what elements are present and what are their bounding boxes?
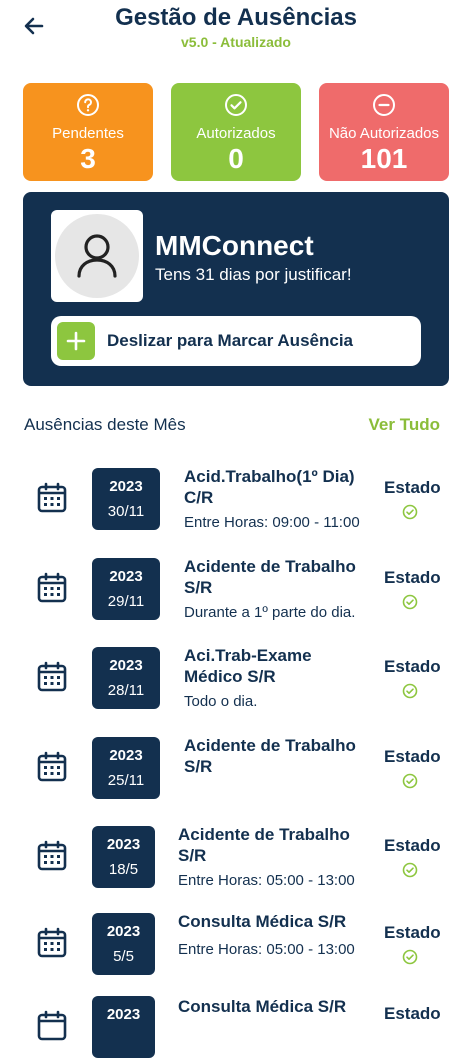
date-badge: 2023 29/11 [92, 558, 160, 620]
avatar-frame [51, 210, 143, 302]
card-value: 101 [360, 143, 408, 174]
page-title: Gestão de Ausências [115, 4, 357, 31]
see-all-link[interactable]: Ver Tudo [369, 415, 440, 435]
date-day: 30/11 [107, 503, 145, 520]
status-check-icon [402, 683, 418, 699]
calendar-icon [37, 840, 67, 871]
help-circle-icon [77, 94, 99, 116]
date-day: 25/11 [107, 772, 145, 789]
slider-label: Deslizar para Marcar Ausência [107, 331, 353, 350]
calendar-icon [37, 927, 67, 958]
calendar-icon [37, 661, 67, 692]
absence-detail: Durante a 1º parte do dia. [184, 604, 356, 621]
date-day: 5/5 [113, 948, 134, 965]
status-label: Estado [384, 478, 441, 497]
check-circle-icon [225, 94, 247, 116]
date-badge: 2023 30/11 [92, 468, 160, 530]
status-check-icon [402, 773, 418, 789]
absence-title: Acid.Trabalho(1º Dia) C/R [184, 467, 355, 507]
user-name: MMConnect [155, 230, 314, 261]
calendar-icon [37, 482, 67, 513]
card-value: 3 [80, 143, 96, 174]
list-item[interactable]: 2023 18/5 Acidente de Trabalho S/R Entre… [0, 810, 472, 890]
minus-circle-icon [373, 94, 395, 116]
date-year: 2023 [106, 1006, 141, 1023]
absence-title: Acidente de Trabalho S/R [178, 825, 350, 865]
calendar-icon [37, 1010, 67, 1041]
date-year: 2023 [109, 657, 143, 674]
card-label: Não Autorizados [328, 125, 440, 142]
absence-title: Consulta Médica S/R [178, 997, 347, 1016]
card-label: Pendentes [52, 125, 124, 142]
status-label: Estado [384, 1004, 441, 1023]
absence-title: Consulta Médica S/R [178, 912, 347, 931]
plus-icon[interactable] [57, 322, 95, 360]
justify-message: Tens 31 dias por justificar! [155, 265, 352, 284]
date-badge: 2023 [92, 996, 155, 1058]
date-day: 28/11 [107, 682, 145, 699]
status-check-icon [402, 862, 418, 878]
user-icon [77, 234, 117, 278]
card-value: 0 [228, 143, 244, 174]
date-year: 2023 [106, 923, 141, 940]
avatar [55, 214, 139, 298]
card-label: Autorizados [196, 125, 276, 142]
date-year: 2023 [109, 478, 143, 495]
absence-detail: Todo o dia. [184, 693, 258, 710]
date-year: 2023 [106, 836, 141, 853]
status-label: Estado [384, 568, 441, 587]
list-item[interactable]: 2023 29/11 Acidente de Trabalho S/R Dura… [0, 542, 472, 622]
date-badge: 2023 28/11 [92, 647, 160, 709]
card-pendentes[interactable]: Pendentes 3 [23, 83, 153, 181]
calendar-icon [37, 751, 67, 782]
calendar-icon [37, 572, 67, 603]
list-item[interactable]: 2023 28/11 Aci.Trab-Exame Médico S/R Tod… [0, 631, 472, 711]
card-autorizados[interactable]: Autorizados 0 [171, 83, 301, 181]
date-badge: 2023 5/5 [92, 913, 155, 975]
status-label: Estado [384, 657, 441, 676]
status-label: Estado [384, 747, 441, 766]
date-year: 2023 [109, 568, 143, 585]
list-item[interactable]: 2023 Consulta Médica S/R Estado [0, 982, 472, 1058]
absence-detail: Entre Horas: 09:00 - 11:00 [184, 514, 360, 531]
absence-title: Acidente de Trabalho S/R [184, 557, 356, 597]
card-nao-autorizados[interactable]: Não Autorizados 101 [319, 83, 449, 181]
date-year: 2023 [109, 747, 143, 764]
status-label: Estado [384, 836, 441, 855]
status-check-icon [402, 949, 418, 965]
section-title: Ausências deste Mês [24, 415, 186, 434]
status-check-icon [402, 504, 418, 520]
absence-title: Aci.Trab-Exame Médico S/R [184, 646, 312, 686]
date-badge: 2023 25/11 [92, 737, 160, 799]
list-item[interactable]: 2023 25/11 Acidente de Trabalho S/R Esta… [0, 721, 472, 801]
profile-panel: MMConnect Tens 31 dias por justificar! D… [23, 192, 449, 386]
absence-detail: Entre Horas: 05:00 - 13:00 [178, 872, 355, 889]
status-label: Estado [384, 923, 441, 942]
app-header: Gestão de Ausências v5.0 - Atualizado [0, 0, 472, 60]
version-label: v5.0 - Atualizado [181, 34, 291, 50]
absence-detail: Entre Horas: 05:00 - 13:00 [178, 941, 355, 958]
date-day: 18/5 [108, 861, 139, 878]
date-day: 29/11 [107, 593, 145, 610]
status-check-icon [402, 594, 418, 610]
mark-absence-slider[interactable]: Deslizar para Marcar Ausência [51, 316, 421, 366]
absence-title: Acidente de Trabalho S/R [184, 736, 356, 776]
stats-cards: Pendentes 3 Autorizados 0 Não Autorizado… [23, 83, 449, 181]
date-badge: 2023 18/5 [92, 826, 155, 888]
list-item[interactable]: 2023 5/5 Consulta Médica S/R Entre Horas… [0, 897, 472, 977]
list-item[interactable]: 2023 30/11 Acid.Trabalho(1º Dia) C/R Ent… [0, 452, 472, 532]
